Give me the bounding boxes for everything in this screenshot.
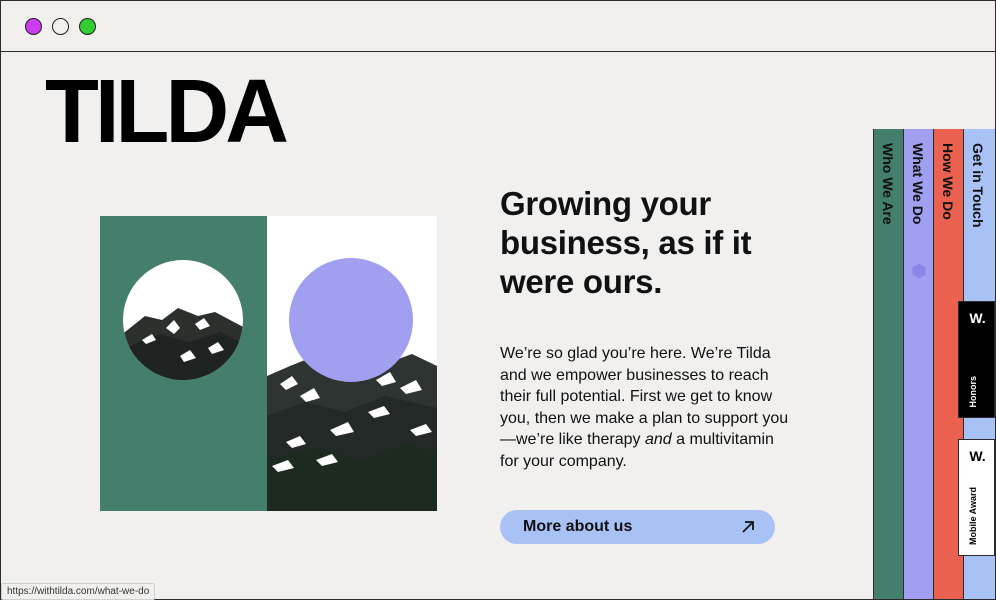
more-about-us-button[interactable]: More about us — [500, 510, 775, 544]
hexagon-icon — [912, 263, 926, 279]
lavender-circle — [289, 258, 413, 382]
mobile-award-badge[interactable]: W. Mobile Award — [958, 439, 995, 556]
window-titlebar — [1, 1, 995, 52]
site-logo[interactable]: TILDA — [45, 67, 289, 157]
tab-who-we-are[interactable]: Who We Are — [873, 129, 903, 599]
hero-illustration — [100, 216, 437, 511]
tab-label: What We Do — [910, 143, 926, 225]
award-label: Honors — [968, 375, 978, 408]
honors-award-badge[interactable]: W. Honors — [958, 301, 995, 418]
hero-body-text: We’re so glad you’re here. We’re Tilda a… — [500, 343, 790, 472]
tab-what-we-do[interactable]: What We Do — [903, 129, 933, 599]
award-logo: W. — [969, 310, 986, 326]
maximize-window-button[interactable] — [79, 18, 96, 35]
status-bar-url: https://withtilda.com/what-we-do — [1, 583, 156, 600]
tab-label: Who We Are — [880, 143, 896, 225]
hero-headline: Growing your business, as if it were our… — [500, 185, 752, 300]
arrow-up-right-icon — [742, 521, 754, 533]
body-text-emphasis: and — [644, 431, 672, 448]
minimize-window-button[interactable] — [52, 18, 69, 35]
tab-label: How We Do — [940, 143, 956, 220]
mountain-artwork — [123, 258, 437, 511]
close-window-button[interactable] — [25, 18, 42, 35]
cta-label: More about us — [523, 518, 633, 535]
page-content: TILDA Growing your business, as if it we… — [1, 53, 995, 599]
tab-label: Get in Touch — [970, 143, 986, 228]
award-label: Mobile Award — [968, 486, 978, 545]
award-logo: W. — [969, 448, 986, 464]
